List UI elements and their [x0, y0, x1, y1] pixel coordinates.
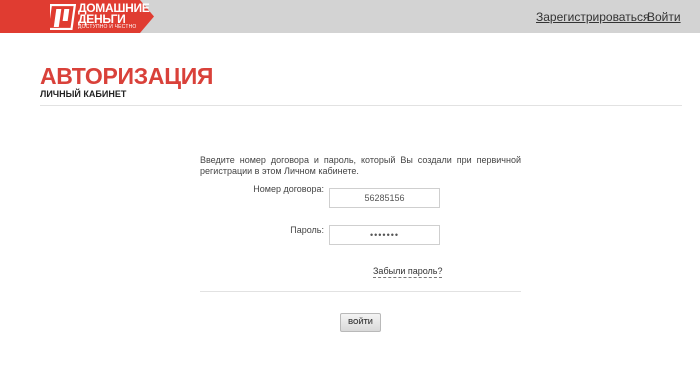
- contract-number-label: Номер договора:: [253, 184, 324, 194]
- password-input[interactable]: •••••••: [329, 225, 440, 245]
- logo-mark-icon: [50, 4, 76, 30]
- brand-tagline: ДОСТУПНО И ЧЕСТНО: [78, 24, 137, 30]
- contract-number-input[interactable]: 56285156: [329, 188, 440, 208]
- login-submit-button[interactable]: ВОЙТИ: [340, 313, 381, 332]
- page-title: АВТОРИЗАЦИЯ: [40, 63, 214, 89]
- page-subtitle: ЛИЧНЫЙ КАБИНЕТ: [40, 89, 127, 99]
- header-divider: [40, 105, 682, 106]
- forgot-password-link[interactable]: Забыли пароль?: [373, 266, 443, 278]
- top-bar: ДОМАШНИЕ ДЕНЬГИ ДОСТУПНО И ЧЕСТНО Зареги…: [0, 0, 700, 33]
- password-label: Пароль:: [290, 225, 324, 235]
- login-link[interactable]: Войти: [647, 10, 681, 24]
- brand-name: ДОМАШНИЕ ДЕНЬГИ: [78, 2, 150, 25]
- register-link[interactable]: Зарегистрироваться: [536, 10, 649, 24]
- form-instructions: Введите номер договора и пароль, который…: [200, 155, 521, 176]
- form-divider: [200, 291, 521, 292]
- brand-logo[interactable]: ДОМАШНИЕ ДЕНЬГИ ДОСТУПНО И ЧЕСТНО: [0, 0, 154, 33]
